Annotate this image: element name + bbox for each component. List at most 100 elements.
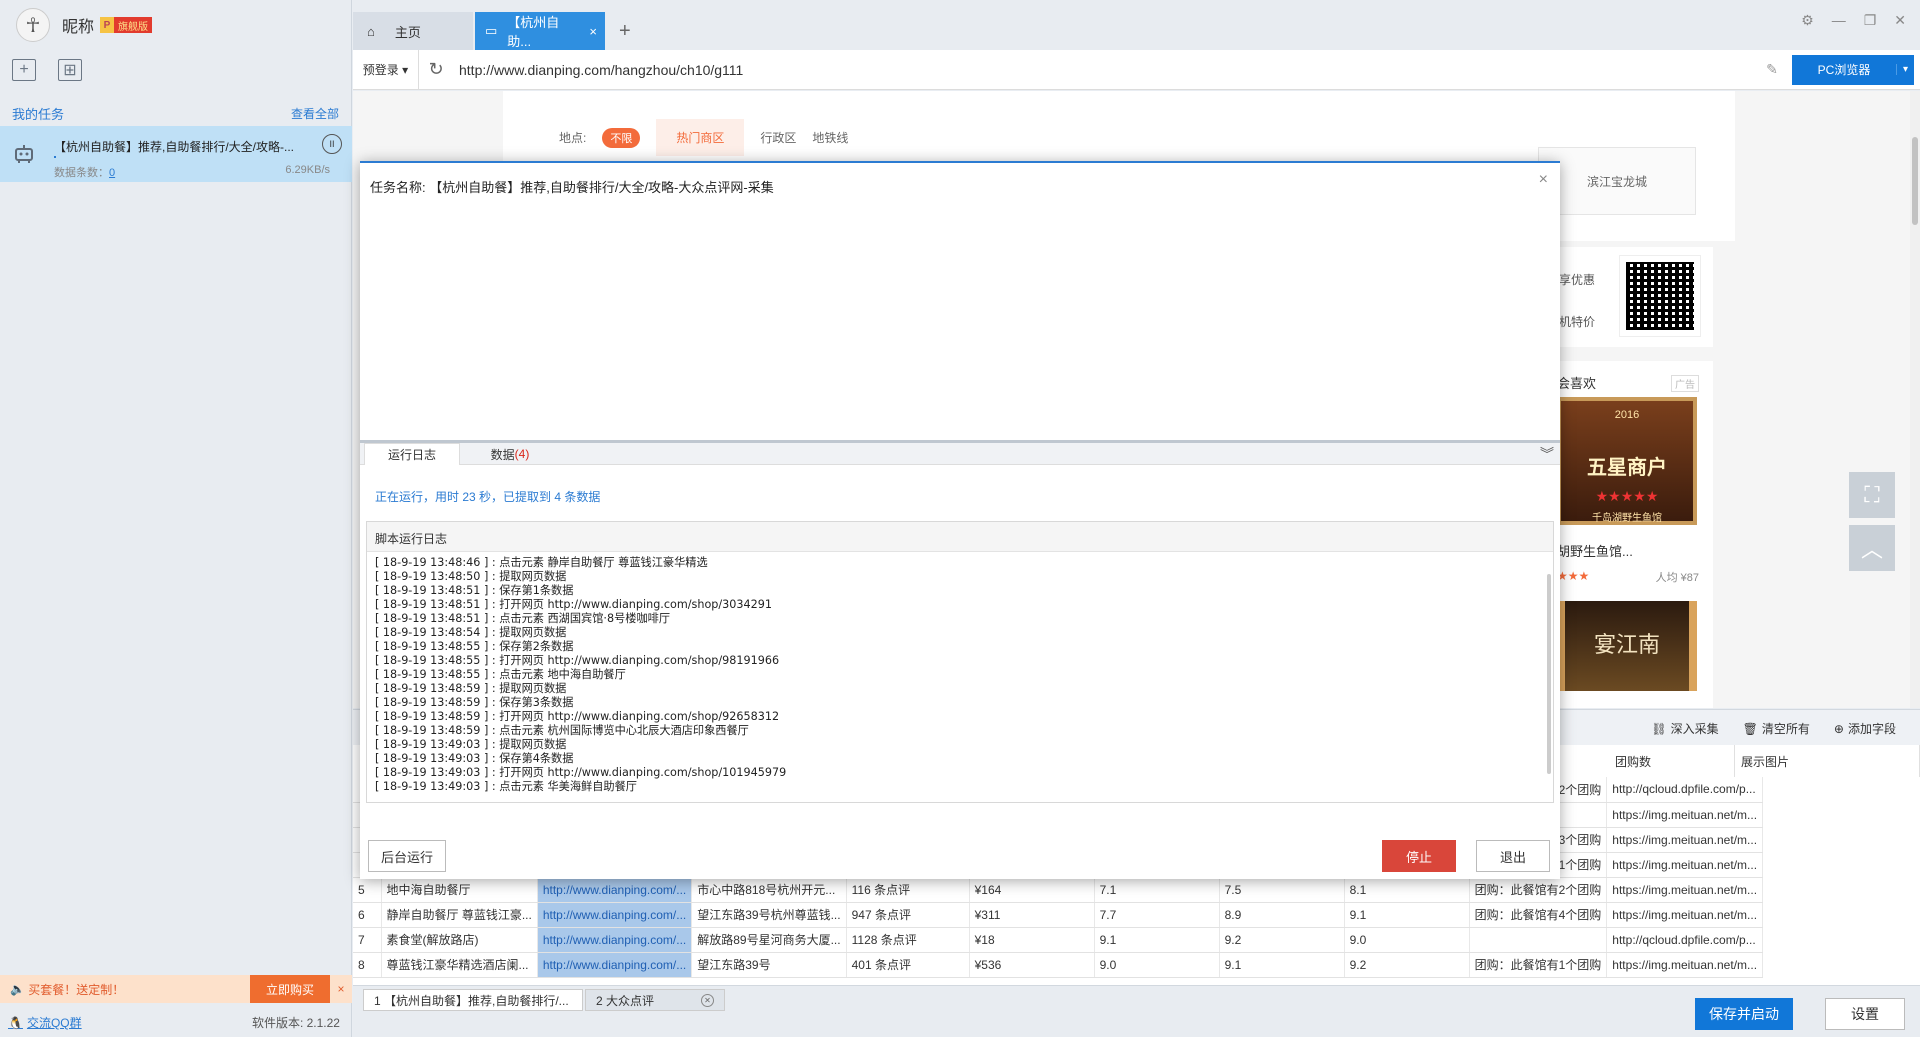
tab-step-1[interactable]: 1 【杭州自助餐】推荐,自助餐排行/... <box>363 989 583 1011</box>
url-input[interactable]: http://www.dianping.com/hangzhou/ch10/g1… <box>453 62 1752 78</box>
cell-name[interactable]: 素食堂(解放路店) <box>381 927 538 953</box>
table-row[interactable]: 6 静岸自助餐厅 尊蓝钱江豪... http://www.dianping.com/… <box>353 902 1893 928</box>
tab-home[interactable]: ⌂ 主页 <box>353 12 473 50</box>
pc-browser-button[interactable]: PC浏览器 ▾ <box>1792 54 1914 85</box>
filter-district[interactable]: 行政区 <box>760 129 796 146</box>
new-folder-icon[interactable]: ⊞ <box>58 59 82 81</box>
prelogin-dropdown[interactable]: 预登录 ▾ <box>353 49 419 90</box>
cell-addr[interactable]: 望江东路39号 <box>691 952 847 978</box>
tab-task-page[interactable]: ▭ 【杭州自助... × <box>475 12 605 50</box>
window-close-icon[interactable]: ✕ <box>1894 12 1906 29</box>
cell-s1[interactable]: 7.7 <box>1094 902 1220 928</box>
tab-close-icon[interactable]: × <box>589 24 597 39</box>
tab-step-2[interactable]: 2 大众点评 ✕ <box>585 989 725 1011</box>
cell-link[interactable]: http://www.dianping.com/... <box>537 902 693 928</box>
cell-price[interactable]: ¥18 <box>969 927 1095 953</box>
cell-link[interactable]: http://www.dianping.com/... <box>537 877 693 903</box>
cell-image[interactable]: https://img.meituan.net/m... <box>1606 827 1764 853</box>
pause-icon[interactable]: II <box>322 134 342 154</box>
cell-group[interactable]: 团购：此餐馆有2个团购 <box>1469 877 1608 903</box>
table-row[interactable]: 8 尊蓝钱江豪华精选酒店阑... http://www.dianping.com/.… <box>353 952 1893 978</box>
tab-close-icon[interactable]: ✕ <box>701 993 714 1007</box>
cell-s1[interactable]: 9.1 <box>1094 927 1220 953</box>
chevron-down-icon[interactable]: ▾ <box>1896 64 1914 75</box>
col-header-image[interactable]: 展示图片 <box>1735 745 1920 777</box>
col-header-group[interactable]: 团购数 <box>1609 745 1735 777</box>
cell-link[interactable]: http://www.dianping.com/... <box>537 927 693 953</box>
view-all-link[interactable]: 查看全部 <box>291 105 339 122</box>
settings-gear-icon[interactable]: ⚙ <box>1801 12 1814 29</box>
cell-addr[interactable]: 市心中路818号杭州开元... <box>691 877 847 903</box>
tab-data[interactable]: 数据 (4) <box>470 443 550 465</box>
promo-close-icon[interactable]: × <box>330 975 352 1003</box>
cell-reviews[interactable]: 401 条点评 <box>846 952 970 978</box>
cell-image[interactable]: https://img.meituan.net/m... <box>1606 902 1764 928</box>
cell-idx[interactable]: 7 <box>353 927 382 953</box>
cell-s1[interactable]: 9.0 <box>1094 952 1220 978</box>
cell-s2[interactable]: 8.9 <box>1219 902 1345 928</box>
filter-all[interactable]: 不限 <box>602 127 641 148</box>
add-tab-icon[interactable]: + <box>619 20 631 43</box>
filter-hot-area[interactable]: 热门商区 <box>656 119 745 156</box>
minimize-icon[interactable]: — <box>1832 12 1846 29</box>
task-count-value[interactable]: 0 <box>109 167 115 179</box>
log-scrollbar[interactable] <box>1547 574 1551 774</box>
page-scrollbar[interactable] <box>1910 91 1920 708</box>
cell-name[interactable]: 尊蓝钱江豪华精选酒店阑... <box>381 952 538 978</box>
new-task-icon[interactable]: + <box>12 59 36 81</box>
restore-icon[interactable]: ❐ <box>1864 12 1877 29</box>
cell-idx[interactable]: 8 <box>353 952 382 978</box>
background-run-button[interactable]: 后台运行 <box>368 840 446 872</box>
cell-group[interactable] <box>1469 927 1608 953</box>
cell-price[interactable]: ¥536 <box>969 952 1095 978</box>
cell-image[interactable]: http://qcloud.dpfile.com/p... <box>1606 927 1764 953</box>
cell-image[interactable]: https://img.meituan.net/m... <box>1606 852 1764 878</box>
clear-all-button[interactable]: 🗑 清空所有 <box>1743 720 1810 737</box>
cell-idx[interactable]: 5 <box>353 877 382 903</box>
cell-idx[interactable]: 6 <box>353 902 382 928</box>
mall-option[interactable]: 滨江宝龙城 <box>1538 147 1696 215</box>
cell-s2[interactable]: 9.1 <box>1219 952 1345 978</box>
cell-s3[interactable]: 9.0 <box>1344 927 1470 953</box>
cell-name[interactable]: 静岸自助餐厅 尊蓝钱江豪... <box>381 902 538 928</box>
cell-name[interactable]: 地中海自助餐厅 <box>381 877 538 903</box>
save-and-start-button[interactable]: 保存并启动 <box>1695 998 1793 1030</box>
table-row[interactable]: 7 素食堂(解放路店) http://www.dianping.com/... 解放路… <box>353 927 1893 953</box>
cell-s2[interactable]: 7.5 <box>1219 877 1345 903</box>
cell-image[interactable]: https://img.meituan.net/m... <box>1606 802 1764 828</box>
cell-addr[interactable]: 解放路89号星河商务大厦... <box>691 927 847 953</box>
cell-s3[interactable]: 9.1 <box>1344 902 1470 928</box>
shop1-caption[interactable]: 胡野生鱼馆... <box>1557 541 1633 560</box>
avatar[interactable]: ☥ <box>16 8 50 42</box>
promo-text[interactable]: 🔈 买套餐！送定制！ <box>0 975 250 1003</box>
task-item[interactable]: 【杭州自助餐】推荐,自助餐排行/大全/攻略-... 数据条数：0 6.29KB/… <box>0 126 352 182</box>
dialog-close-icon[interactable]: × <box>1539 171 1548 189</box>
exit-button[interactable]: 退出 <box>1476 840 1550 872</box>
cell-group[interactable]: 团购：此餐馆有1个团购 <box>1469 952 1608 978</box>
cell-image[interactable]: http://qcloud.dpfile.com/p... <box>1606 777 1764 803</box>
qq-group-link[interactable]: 🐧 交流QQ群 <box>8 1014 82 1031</box>
page-scroll-thumb[interactable] <box>1912 137 1918 225</box>
filter-metro[interactable]: 地铁线 <box>812 129 848 146</box>
cell-price[interactable]: ¥164 <box>969 877 1095 903</box>
buy-now-button[interactable]: 立即购买 <box>250 975 330 1003</box>
cell-link[interactable]: http://www.dianping.com/... <box>537 952 693 978</box>
table-row[interactable]: 5 地中海自助餐厅 http://www.dianping.com/... 市心中路8… <box>353 877 1893 903</box>
refresh-icon[interactable]: ↻ <box>419 59 453 80</box>
stop-button[interactable]: 停止 <box>1382 840 1456 872</box>
collapse-icon[interactable]: ︾ <box>1540 444 1554 464</box>
cell-reviews[interactable]: 116 条点评 <box>846 877 970 903</box>
add-field-button[interactable]: ⊕ 添加字段 <box>1834 720 1896 737</box>
shop-image-2[interactable]: 宴江南 <box>1557 601 1697 691</box>
cell-s2[interactable]: 9.2 <box>1219 927 1345 953</box>
edit-icon[interactable]: ✎ <box>1752 61 1792 78</box>
settings-button[interactable]: 设置 <box>1825 998 1905 1030</box>
tab-run-log[interactable]: 运行日志 <box>364 443 460 465</box>
shop-image-1[interactable]: 2016 五星商户 ★★★★★ 千岛湖野生鱼馆 <box>1557 397 1697 525</box>
cell-reviews[interactable]: 947 条点评 <box>846 902 970 928</box>
cell-image[interactable]: https://img.meituan.net/m... <box>1606 877 1764 903</box>
deep-collect-button[interactable]: ⛓ 深入采集 <box>1651 720 1718 737</box>
cell-price[interactable]: ¥311 <box>969 902 1095 928</box>
cell-group[interactable]: 团购：此餐馆有4个团购 <box>1469 902 1608 928</box>
cell-image[interactable]: https://img.meituan.net/m... <box>1606 952 1764 978</box>
